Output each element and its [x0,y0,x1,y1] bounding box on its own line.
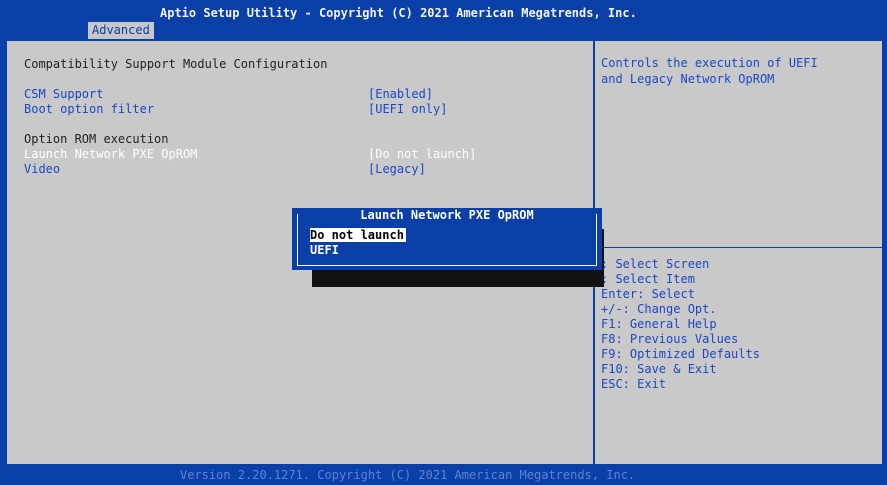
setting-video-label[interactable]: Video [24,162,60,176]
help-line-1: Controls the execution of UEFI [601,56,818,70]
key-save-exit: F10: Save & Exit [601,362,717,376]
tab-advanced[interactable]: Advanced [88,22,154,39]
option-popup: Launch Network PXE OpROM Do not launch U… [292,208,602,270]
window-title: Aptio Setup Utility - Copyright (C) 2021… [160,6,637,20]
key-previous-values: F8: Previous Values [601,332,739,346]
setting-launch-network-pxe-oprom-label[interactable]: Launch Network PXE OpROM [24,147,197,161]
popup-option-do-not-launch[interactable]: Do not launch [310,228,406,242]
key-help-list: : Select Screen : Select Item Enter: Sel… [601,257,760,392]
page-heading: Compatibility Support Module Configurati… [24,57,328,71]
setting-csm-support-value[interactable]: [Enabled] [368,87,433,101]
key-exit: ESC: Exit [601,377,667,391]
key-change-option: +/-: Change Opt. [601,302,717,316]
key-general-help: F1: General Help [601,317,717,331]
popup-title-text: Launch Network PXE OpROM [354,208,540,222]
help-description: Controls the execution of UEFI and Legac… [601,55,818,87]
footer-version-text: Version 2.20.1271. Copyright (C) 2021 Am… [180,468,636,482]
help-line-2: and Legacy Network OpROM [601,72,775,86]
help-panel: Controls the execution of UEFI and Legac… [594,40,884,465]
setting-launch-network-pxe-oprom-value[interactable]: [Do not launch] [368,147,476,161]
section-option-rom-execution: Option ROM execution [24,132,169,146]
footer: Version 2.20.1271. Copyright (C) 2021 Am… [0,465,887,485]
popup-title: Launch Network PXE OpROM [292,208,602,222]
key-enter-select: Enter: Select [601,287,695,301]
setting-csm-support-label[interactable]: CSM Support [24,87,103,101]
title-bar: Aptio Setup Utility - Copyright (C) 2021… [0,0,887,40]
key-optimized-defaults: F9: Optimized Defaults [601,347,760,361]
popup-option-uefi[interactable]: UEFI [310,243,339,257]
key-select-screen: : Select Screen [601,257,710,271]
help-divider [595,247,884,248]
setting-boot-option-filter-value[interactable]: [UEFI only] [368,102,447,116]
setting-video-value[interactable]: [Legacy] [368,162,426,176]
key-select-item: : Select Item [601,272,695,286]
setting-boot-option-filter-label[interactable]: Boot option filter [24,102,154,116]
